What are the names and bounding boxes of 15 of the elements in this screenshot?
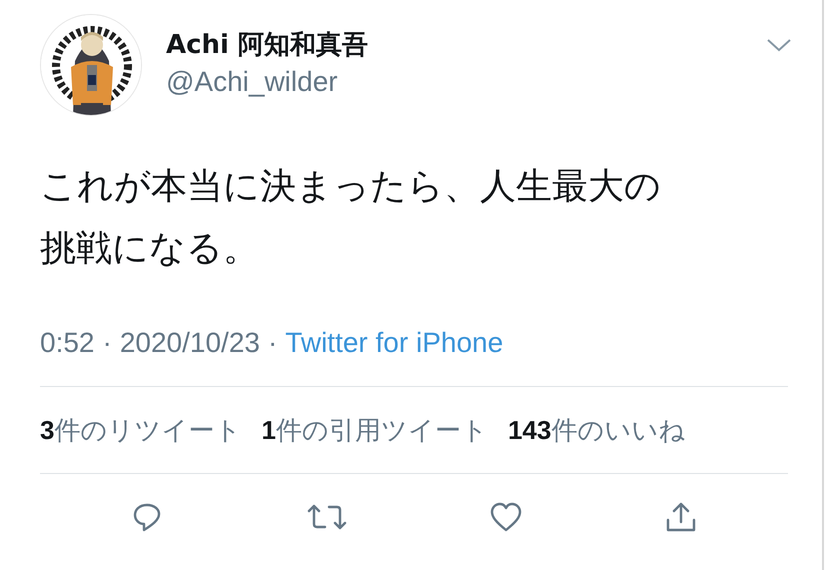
heart-icon[interactable] — [490, 502, 522, 532]
share-icon[interactable] — [664, 502, 696, 532]
tweet-text-line: 挑戦になる。 — [40, 226, 260, 270]
tweet-date: 2020/10/23 — [120, 326, 260, 360]
separator-dot: · — [268, 326, 278, 360]
tweet-time: 0:52 — [40, 326, 94, 360]
author-handle: @Achi_wilder — [166, 65, 339, 99]
tweet-text-line: これが本当に決まったら、人生最大の — [40, 164, 662, 208]
stat-count[interactable]: 143件のいいね — [508, 410, 686, 450]
separator-dot: · — [102, 326, 112, 360]
stat-count[interactable]: 3件のリツイート — [40, 410, 242, 450]
chevron-down-icon[interactable] — [766, 38, 792, 52]
author-name: Achi 阿知和真吾 — [166, 29, 368, 62]
retweet-icon[interactable] — [306, 502, 346, 532]
stat-count[interactable]: 1件の引用ツイート — [261, 410, 488, 450]
